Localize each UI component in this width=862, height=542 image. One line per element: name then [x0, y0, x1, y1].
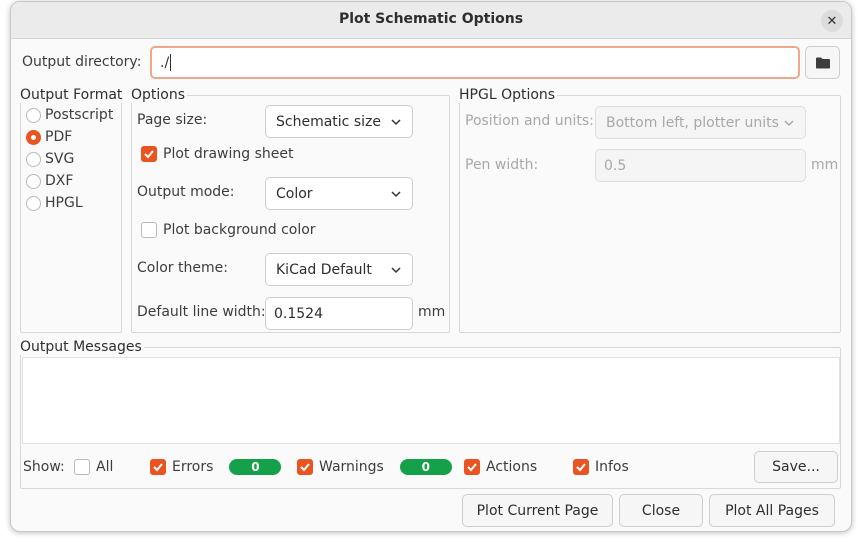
page-size-select[interactable]: Schematic size	[265, 105, 413, 138]
plot-background-checkbox[interactable]: Plot background color	[141, 222, 316, 238]
pen-width-label: Pen width:	[465, 157, 539, 173]
output-mode-label: Output mode:	[137, 184, 235, 200]
checkmark-icon	[464, 459, 480, 475]
checkmark-icon	[297, 459, 313, 475]
radio-postscript[interactable]: Postscript	[26, 107, 113, 123]
output-format-title: Output Format	[20, 87, 125, 103]
radio-svg[interactable]: SVG	[26, 151, 74, 167]
messages-text-area[interactable]	[22, 357, 840, 444]
plot-schematic-dialog: Plot Schematic Options ✕ Output director…	[10, 1, 852, 532]
line-width-value: 0.1524	[274, 305, 323, 322]
color-theme-value: KiCad Default	[276, 261, 372, 278]
radio-indicator	[26, 151, 41, 167]
pen-width-unit: mm	[811, 157, 839, 173]
chevron-down-icon	[391, 190, 401, 197]
close-button[interactable]: Close	[619, 494, 703, 527]
line-width-unit: mm	[418, 304, 446, 320]
checkmark-icon	[150, 459, 166, 475]
hpgl-options-title: HPGL Options	[459, 87, 558, 103]
radio-pdf[interactable]: PDF	[26, 129, 72, 145]
show-label: Show:	[23, 459, 65, 475]
checkbox-label: Actions	[486, 459, 538, 475]
pen-width-input[interactable]: 0.5	[595, 149, 806, 182]
pen-width-value: 0.5	[604, 157, 627, 174]
options-title: Options	[131, 87, 188, 103]
output-mode-select[interactable]: Color	[265, 177, 413, 210]
radio-label: PDF	[45, 129, 73, 145]
line-width-label: Default line width:	[137, 304, 266, 320]
position-units-value: Bottom left, plotter units	[606, 114, 779, 131]
radio-label: Postscript	[45, 107, 114, 123]
folder-icon	[815, 57, 830, 68]
color-theme-select[interactable]: KiCad Default	[265, 253, 413, 286]
browse-directory-button[interactable]	[805, 46, 840, 79]
show-actions-checkbox[interactable]: Actions	[464, 459, 537, 475]
radio-label: DXF	[45, 173, 74, 189]
checkbox-label: Warnings	[319, 459, 384, 475]
radio-hpgl[interactable]: HPGL	[26, 195, 83, 211]
page-size-value: Schematic size	[276, 113, 381, 130]
window-title: Plot Schematic Options	[338, 11, 524, 27]
warnings-count-badge: 0	[399, 459, 452, 475]
radio-indicator-selected	[26, 129, 41, 145]
position-units-label: Position and units:	[465, 113, 594, 129]
line-width-input[interactable]: 0.1524	[265, 297, 413, 330]
chevron-down-icon	[391, 266, 401, 273]
output-directory-input[interactable]: ./	[150, 46, 800, 79]
checkbox-label: Errors	[172, 459, 214, 475]
plot-all-pages-button[interactable]: Plot All Pages	[709, 494, 835, 527]
chevron-down-icon	[784, 119, 794, 126]
output-directory-value: ./	[160, 54, 170, 71]
checkmark-icon	[573, 459, 589, 475]
page-size-label: Page size:	[137, 112, 208, 128]
text-cursor	[170, 54, 172, 71]
checkbox-empty-icon	[74, 459, 90, 475]
output-mode-value: Color	[276, 185, 313, 202]
color-theme-label: Color theme:	[137, 260, 228, 276]
radio-indicator	[26, 195, 41, 211]
title-bar: Plot Schematic Options ✕	[11, 2, 851, 39]
radio-label: HPGL	[45, 195, 83, 211]
output-messages-title: Output Messages	[20, 339, 144, 355]
errors-count-badge: 0	[229, 459, 282, 475]
plot-drawing-sheet-checkbox[interactable]: Plot drawing sheet	[141, 146, 294, 162]
save-messages-button[interactable]: Save...	[754, 451, 838, 483]
window-close-button[interactable]: ✕	[821, 10, 843, 32]
plot-current-page-button[interactable]: Plot Current Page	[462, 494, 613, 527]
chevron-down-icon	[391, 118, 401, 125]
close-icon: ✕	[826, 13, 838, 29]
radio-indicator	[26, 173, 41, 189]
checkbox-label: All	[96, 459, 114, 475]
checkbox-label: Plot drawing sheet	[163, 146, 294, 162]
radio-dxf[interactable]: DXF	[26, 173, 73, 189]
radio-label: SVG	[45, 151, 75, 167]
position-units-select[interactable]: Bottom left, plotter units	[595, 106, 806, 139]
output-directory-label: Output directory:	[22, 54, 142, 70]
checkmark-icon	[141, 146, 157, 162]
show-all-checkbox[interactable]: All	[74, 459, 113, 475]
show-warnings-checkbox[interactable]: Warnings 0	[297, 459, 452, 475]
checkbox-label: Infos	[595, 459, 629, 475]
checkbox-empty-icon	[141, 222, 157, 238]
checkbox-label: Plot background color	[163, 222, 316, 238]
show-infos-checkbox[interactable]: Infos	[573, 459, 629, 475]
show-errors-checkbox[interactable]: Errors 0	[150, 459, 282, 475]
radio-indicator	[26, 107, 41, 123]
